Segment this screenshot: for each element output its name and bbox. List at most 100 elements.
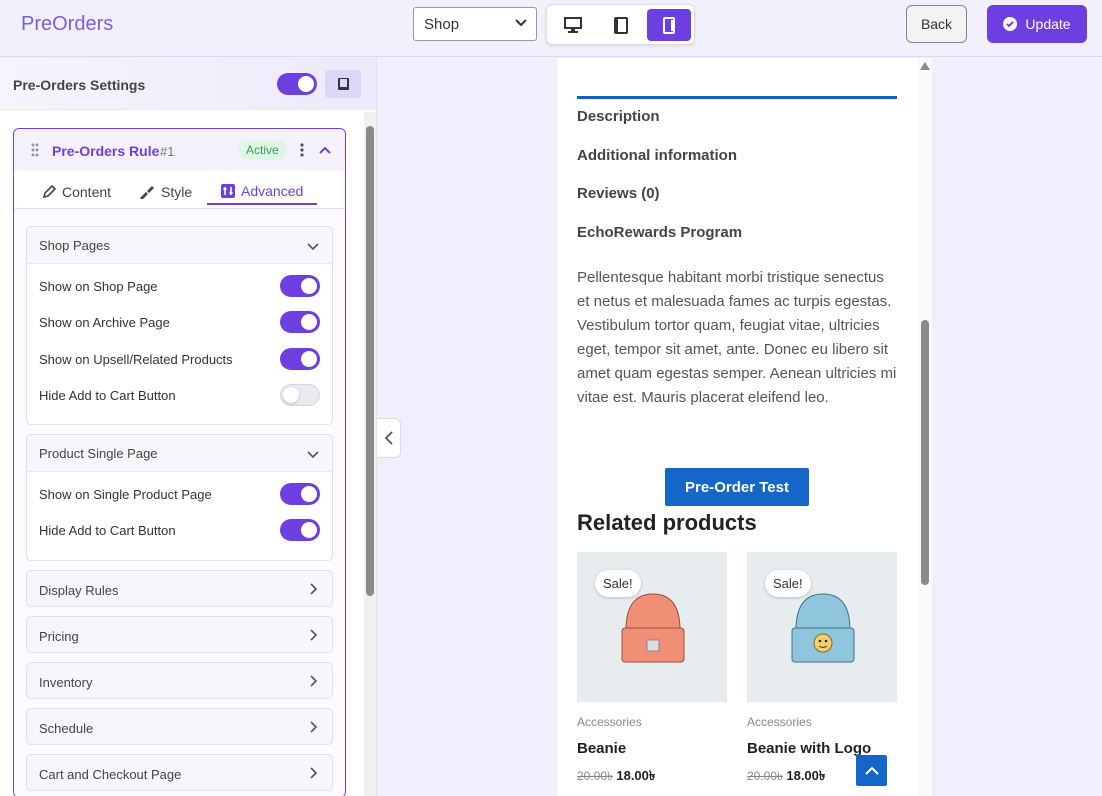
beanie-image <box>621 593 685 663</box>
page-select[interactable]: Shop <box>413 7 537 41</box>
check-circle-icon <box>1003 17 1018 31</box>
pre-order-button[interactable]: Pre-Order Test <box>665 468 809 506</box>
single-page-title: Product Single Page <box>39 446 158 461</box>
single-hide-add-to-cart-toggle[interactable] <box>280 519 320 541</box>
product-category: Accessories <box>577 715 642 729</box>
book-icon <box>337 78 349 90</box>
tab-style-label: Style <box>161 184 193 200</box>
status-badge: Active <box>238 140 287 160</box>
tablet-view-button[interactable] <box>599 9 643 41</box>
scroll-to-top-button[interactable] <box>856 755 887 786</box>
chevron-down-icon <box>307 243 319 251</box>
product-image[interactable]: Sale! <box>577 552 727 702</box>
tab-style[interactable]: Style <box>139 179 192 205</box>
tab-echorewards[interactable]: EchoRewards Program <box>577 224 742 241</box>
tab-advanced[interactable]: Advanced <box>207 179 318 205</box>
desktop-icon <box>564 17 582 33</box>
product-price: 20.00৳ 18.00৳ <box>747 767 825 788</box>
chevron-down-icon <box>307 451 319 459</box>
rule-number: #1 <box>160 144 175 159</box>
show-on-upsell-toggle[interactable] <box>280 348 320 370</box>
rule-title: Pre-Orders Rule <box>52 143 160 159</box>
chevron-left-icon <box>384 431 393 445</box>
app-title: PreOrders <box>21 13 114 35</box>
product-name[interactable]: Beanie <box>577 740 626 757</box>
option-label: Show on Shop Page <box>39 279 158 294</box>
shop-pages-header[interactable]: Shop Pages <box>27 227 332 264</box>
rule-header[interactable]: Pre-Orders Rule #1 Active <box>14 129 345 171</box>
update-label: Update <box>1025 16 1071 32</box>
sliders-icon <box>221 184 235 198</box>
inventory-section[interactable]: Inventory <box>26 662 333 699</box>
sale-price: 18.00৳ <box>786 768 826 783</box>
section-title: Pricing <box>39 629 79 644</box>
cart-checkout-section[interactable]: Cart and Checkout Page <box>26 754 333 791</box>
section-title: Display Rules <box>39 583 119 598</box>
option-label: Hide Add to Cart Button <box>39 388 176 403</box>
chevron-right-icon <box>310 721 318 733</box>
product-image[interactable]: Sale! <box>747 552 897 702</box>
beanie-logo-image <box>791 593 855 663</box>
section-title: Inventory <box>39 675 93 690</box>
show-on-single-page-toggle[interactable] <box>280 483 320 505</box>
product-name[interactable]: Beanie with Logo <box>747 740 871 757</box>
settings-title: Pre-Orders Settings <box>13 77 146 93</box>
tab-reviews[interactable]: Reviews (0) <box>577 185 660 202</box>
single-page-header[interactable]: Product Single Page <box>27 435 332 472</box>
show-on-archive-page-toggle[interactable] <box>280 311 320 333</box>
section-title: Cart and Checkout Page <box>39 767 182 782</box>
hide-add-to-cart-toggle[interactable] <box>280 384 320 406</box>
mobile-view-button[interactable] <box>647 9 691 41</box>
tablet-icon <box>614 16 628 34</box>
chevron-right-icon <box>310 767 318 779</box>
tab-advanced-label: Advanced <box>241 183 304 199</box>
single-page-group: Product Single Page Show on Single Produ… <box>26 434 333 561</box>
settings-enable-toggle[interactable] <box>277 73 317 95</box>
option-label: Show on Upsell/Related Products <box>39 352 233 367</box>
chevron-right-icon <box>310 675 318 687</box>
pricing-section[interactable]: Pricing <box>26 616 333 653</box>
related-products-heading: Related products <box>577 510 757 535</box>
mobile-icon <box>663 16 675 34</box>
shop-pages-group: Shop Pages Show on Shop Page Show on Arc… <box>26 226 333 425</box>
settings-scrollbar[interactable] <box>364 112 376 796</box>
tab-content-label: Content <box>62 184 112 200</box>
active-tab-indicator <box>577 96 897 99</box>
desktop-view-button[interactable] <box>551 9 595 41</box>
chevron-up-icon[interactable] <box>318 143 332 157</box>
rule-tabs: Content Style Advanced <box>14 171 345 209</box>
chevron-up-icon <box>864 766 879 775</box>
product-price: 20.00৳ 18.00৳ <box>577 767 655 788</box>
mobile-preview: Description Additional information Revie… <box>557 58 932 796</box>
scrollbar-thumb[interactable] <box>366 126 374 596</box>
section-title: Schedule <box>39 721 94 736</box>
chevron-down-icon <box>515 19 527 27</box>
product-category: Accessories <box>747 715 812 729</box>
option-label: Show on Single Product Page <box>39 487 212 502</box>
schedule-section[interactable]: Schedule <box>26 708 333 745</box>
update-button[interactable]: Update <box>987 5 1087 43</box>
settings-panel: Pre-Orders Settings Pre-Orders Rule #1 A… <box>0 58 377 796</box>
show-on-shop-page-toggle[interactable] <box>280 275 320 297</box>
docs-button[interactable] <box>325 70 361 98</box>
chevron-right-icon <box>310 583 318 595</box>
old-price: 20.00৳ <box>577 769 614 783</box>
tab-content[interactable]: Content <box>42 179 111 205</box>
settings-header: Pre-Orders Settings <box>0 58 376 110</box>
back-button[interactable]: Back <box>906 5 967 43</box>
drag-handle-icon[interactable] <box>31 143 39 157</box>
page-select-value: Shop <box>424 16 460 33</box>
collapse-panel-button[interactable] <box>377 418 401 458</box>
tab-description[interactable]: Description <box>577 108 660 125</box>
scroll-up-arrow-icon[interactable] <box>920 62 930 70</box>
display-rules-section[interactable]: Display Rules <box>26 570 333 607</box>
sale-price: 18.00৳ <box>616 768 656 783</box>
preview-scrollbar[interactable] <box>918 58 932 796</box>
brush-icon <box>140 186 154 199</box>
scrollbar-thumb[interactable] <box>921 320 929 585</box>
more-vertical-icon[interactable] <box>300 143 304 157</box>
tab-additional-information[interactable]: Additional information <box>577 147 737 164</box>
shop-pages-title: Shop Pages <box>39 238 110 253</box>
old-price: 20.00৳ <box>747 769 784 783</box>
top-bar: PreOrders Shop Back Update <box>0 0 1102 57</box>
